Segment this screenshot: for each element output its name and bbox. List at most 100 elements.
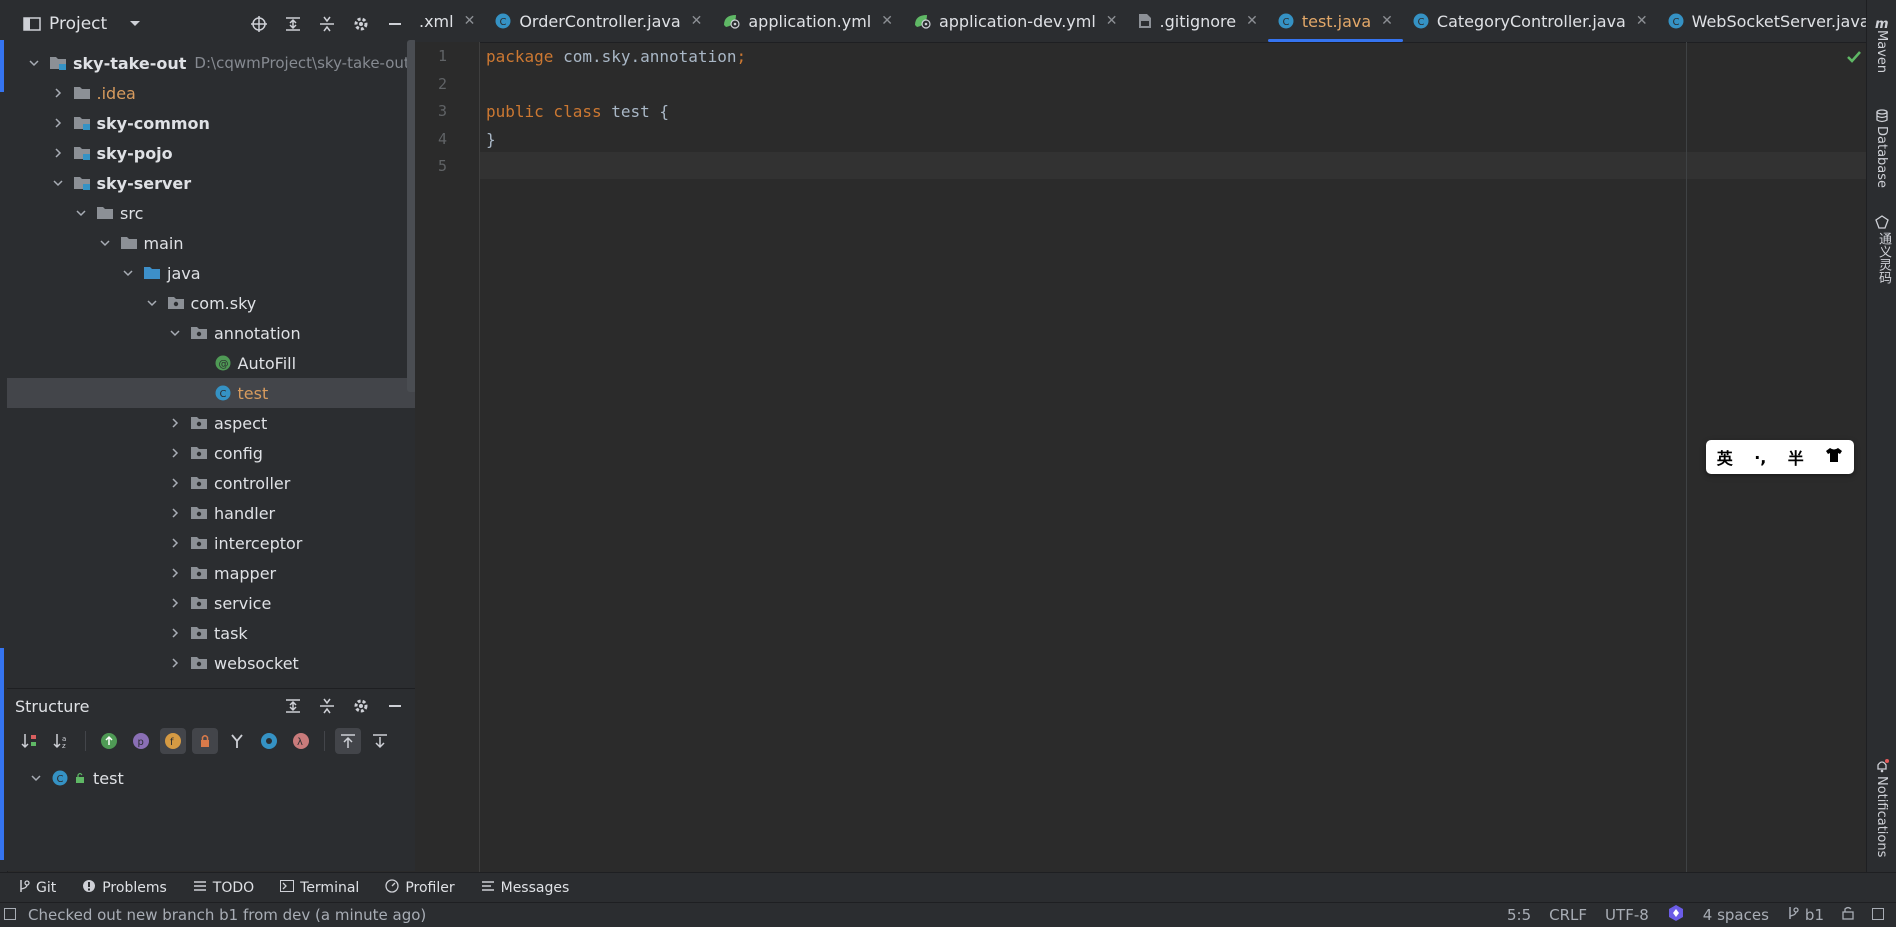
- tongyi-tool-button[interactable]: 通义灵码: [1874, 232, 1893, 284]
- close-icon[interactable]: ✕: [1381, 13, 1393, 29]
- project-tree-item[interactable]: sky-common: [7, 108, 415, 138]
- editor-tab[interactable]: CWebSocketServer.java✕: [1658, 0, 1866, 42]
- project-panel-title[interactable]: Project: [49, 14, 107, 34]
- chevron-right-icon[interactable]: [168, 566, 182, 580]
- chevron-down-icon[interactable]: [98, 236, 112, 250]
- chevron-right-icon[interactable]: [168, 476, 182, 490]
- git-tool-button[interactable]: Git: [18, 879, 56, 897]
- chevron-down-icon[interactable]: [74, 206, 88, 220]
- lambda-icon[interactable]: λ: [288, 728, 314, 754]
- maven-tool-button[interactable]: Maven: [1874, 30, 1889, 73]
- status-message[interactable]: Checked out new branch b1 from dev (a mi…: [28, 906, 426, 924]
- chevron-right-icon[interactable]: [51, 146, 65, 160]
- editor-tab[interactable]: .xml ✕: [415, 0, 485, 42]
- chevron-right-icon[interactable]: [51, 86, 65, 100]
- collapse-all-icon[interactable]: [317, 14, 337, 34]
- show-fields-icon[interactable]: f: [160, 728, 186, 754]
- sort-by-visibility-icon[interactable]: [17, 728, 43, 754]
- database-icon[interactable]: [1876, 108, 1888, 127]
- project-tree-item[interactable]: sky-pojo: [7, 138, 415, 168]
- window-icon[interactable]: [1872, 906, 1884, 924]
- collapse-all-icon[interactable]: [317, 696, 337, 716]
- editor-tab[interactable]: C OrderController.java ✕: [485, 0, 712, 42]
- project-tree-item[interactable]: mapper: [7, 558, 415, 588]
- close-icon[interactable]: ✕: [691, 13, 703, 29]
- project-tree-item[interactable]: handler: [7, 498, 415, 528]
- expand-all-icon[interactable]: [283, 696, 303, 716]
- minimize-icon[interactable]: [385, 696, 405, 716]
- chevron-down-icon[interactable]: [145, 296, 159, 310]
- project-tree-item[interactable]: sky-server: [7, 168, 415, 198]
- project-tree-item[interactable]: Ctest: [7, 378, 415, 408]
- ime-width-toggle[interactable]: 半: [1788, 445, 1804, 469]
- project-tree-item[interactable]: websocket: [7, 648, 415, 678]
- show-lambdas-icon[interactable]: [256, 728, 282, 754]
- project-tree-item[interactable]: aspect: [7, 408, 415, 438]
- chevron-down-icon[interactable]: [29, 771, 43, 785]
- ai-assistant-icon[interactable]: [1667, 904, 1685, 926]
- chevron-down-icon[interactable]: [121, 266, 135, 280]
- chevron-right-icon[interactable]: [168, 506, 182, 520]
- shirt-icon[interactable]: [1825, 447, 1843, 467]
- project-tree-item[interactable]: controller: [7, 468, 415, 498]
- editor-tab[interactable]: C CategoryController.java ✕: [1403, 0, 1658, 42]
- chevron-right-icon[interactable]: [168, 536, 182, 550]
- autoscroll-from-source-icon[interactable]: [367, 728, 393, 754]
- close-icon[interactable]: ✕: [881, 13, 893, 29]
- gear-icon[interactable]: [351, 14, 371, 34]
- bell-icon[interactable]: [1875, 758, 1889, 777]
- ime-language-toggle[interactable]: 英: [1717, 445, 1733, 469]
- chevron-right-icon[interactable]: [168, 416, 182, 430]
- show-anonymous-icon[interactable]: [224, 728, 250, 754]
- ime-punctuation-toggle[interactable]: ·,: [1754, 448, 1766, 467]
- minimize-icon[interactable]: [385, 14, 405, 34]
- ime-status-popup[interactable]: 英 ·, 半: [1706, 440, 1854, 474]
- line-ending[interactable]: CRLF: [1549, 906, 1587, 924]
- show-inherited-icon[interactable]: [96, 728, 122, 754]
- database-tool-button[interactable]: Database: [1874, 126, 1889, 188]
- editor-tab[interactable]: application.yml ✕: [712, 0, 903, 42]
- project-tree-item[interactable]: main: [7, 228, 415, 258]
- project-tree-item[interactable]: service: [7, 588, 415, 618]
- code-editor[interactable]: package com.sky.annotation; public class …: [480, 42, 1866, 872]
- project-tree-item[interactable]: task: [7, 618, 415, 648]
- project-tree-item[interactable]: config: [7, 438, 415, 468]
- code-line[interactable]: public class test {: [486, 102, 669, 121]
- todo-tool-button[interactable]: TODO: [193, 880, 254, 896]
- project-tree-item[interactable]: .idea: [7, 78, 415, 108]
- chevron-right-icon[interactable]: [168, 626, 182, 640]
- code-line[interactable]: }: [486, 130, 496, 149]
- vcs-branch-widget[interactable]: b1: [1787, 906, 1824, 924]
- editor-tab[interactable]: Ctest.java ✕: [1267, 0, 1403, 42]
- editor-tab[interactable]: .gitignore ✕: [1128, 0, 1268, 42]
- lock-open-icon[interactable]: [1842, 906, 1854, 924]
- close-icon[interactable]: ✕: [1636, 13, 1648, 29]
- project-tree-item[interactable]: @ AutoFill: [7, 348, 415, 378]
- close-icon[interactable]: ✕: [464, 13, 476, 29]
- chevron-down-icon[interactable]: [168, 326, 182, 340]
- structure-tool-indicator[interactable]: [0, 648, 4, 860]
- chevron-right-icon[interactable]: [168, 596, 182, 610]
- profiler-tool-button[interactable]: Profiler: [385, 878, 455, 897]
- problems-tool-button[interactable]: Problems: [82, 879, 167, 897]
- locate-icon[interactable]: [249, 14, 269, 34]
- indent-setting[interactable]: 4 spaces: [1703, 906, 1769, 924]
- tool-window-toggle-icon[interactable]: [4, 906, 16, 924]
- code-line[interactable]: package com.sky.annotation;: [486, 47, 746, 66]
- project-tree-item[interactable]: java: [7, 258, 415, 288]
- project-tool-indicator[interactable]: [0, 40, 4, 92]
- close-icon[interactable]: ✕: [1246, 13, 1258, 29]
- show-properties-icon[interactable]: p: [128, 728, 154, 754]
- file-encoding[interactable]: UTF-8: [1605, 906, 1649, 924]
- messages-tool-button[interactable]: Messages: [481, 880, 569, 896]
- caret-position[interactable]: 5:5: [1507, 906, 1531, 924]
- close-icon[interactable]: ✕: [1106, 13, 1118, 29]
- notifications-tool-button[interactable]: Notifications: [1874, 776, 1889, 857]
- structure-tree-item[interactable]: C test: [7, 763, 415, 793]
- chevron-down-icon[interactable]: [129, 14, 141, 34]
- editor-tab[interactable]: application-dev.yml ✕: [903, 0, 1128, 42]
- autoscroll-to-source-icon[interactable]: [335, 728, 361, 754]
- project-tree-item[interactable]: annotation: [7, 318, 415, 348]
- project-tree-item[interactable]: sky-take-out D:\cqwmProject\sky-take-out: [7, 48, 415, 78]
- terminal-tool-button[interactable]: Terminal: [280, 879, 359, 896]
